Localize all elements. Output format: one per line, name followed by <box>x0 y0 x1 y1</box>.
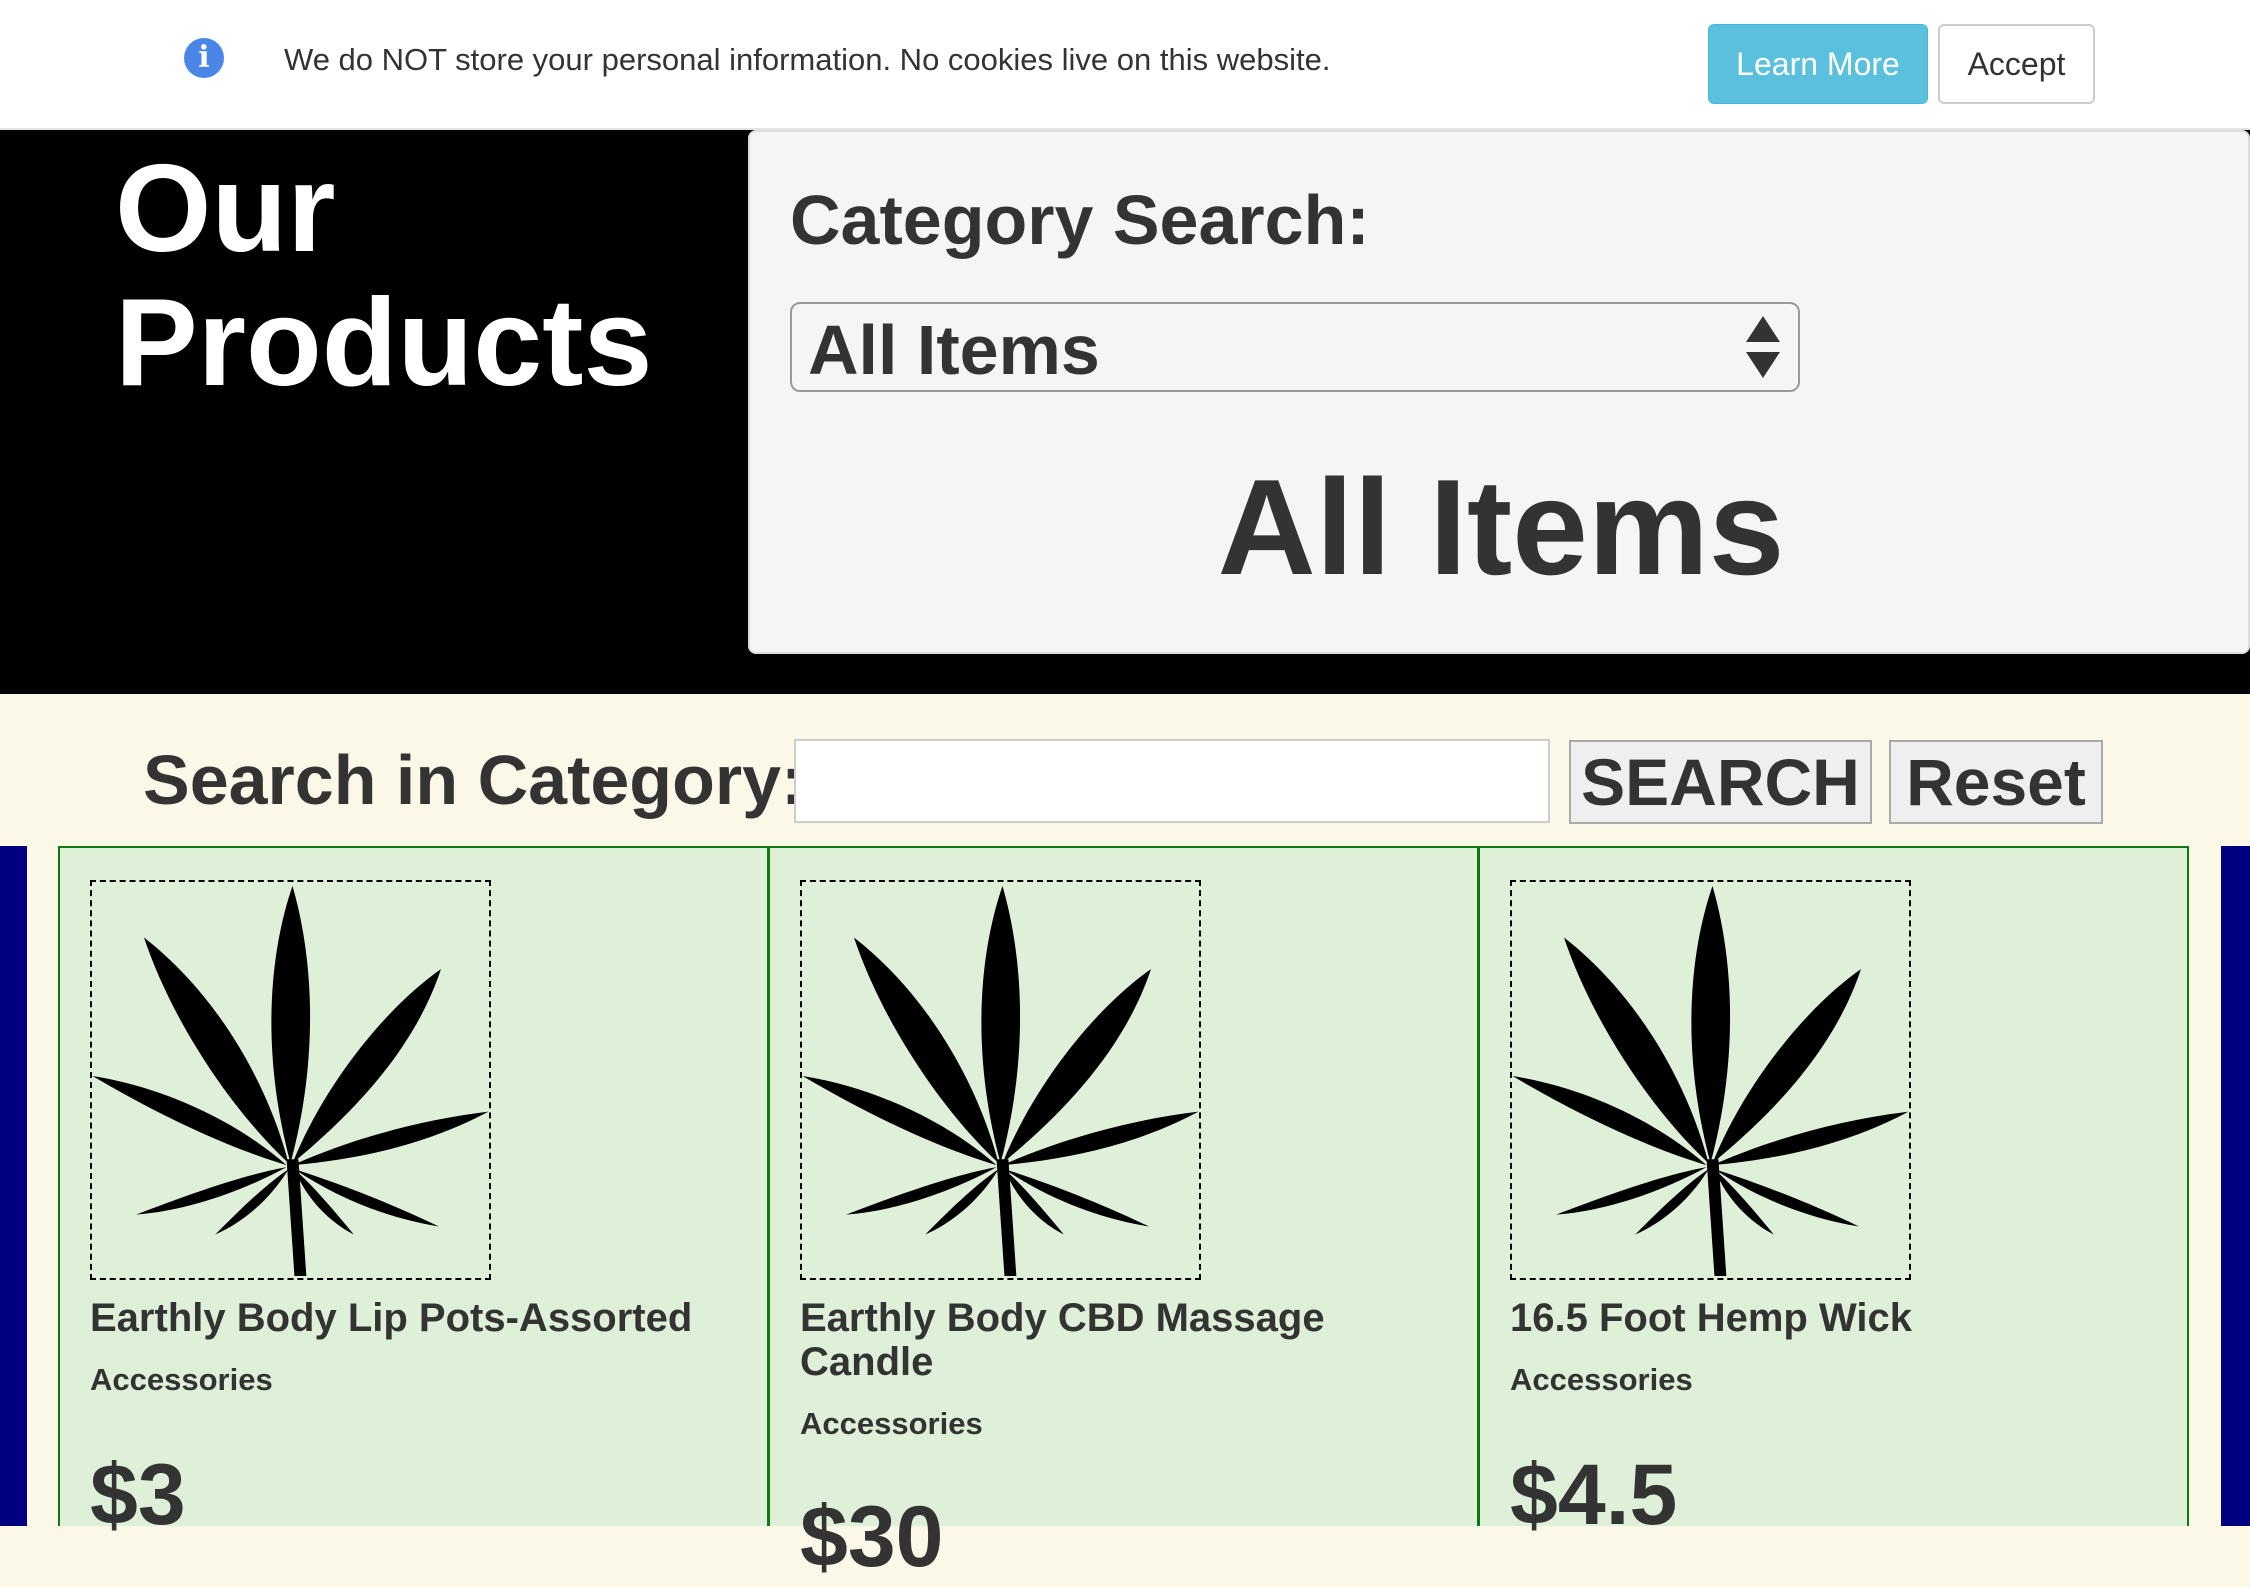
learn-more-button[interactable]: Learn More <box>1708 24 1928 104</box>
select-arrows-icon <box>1746 316 1780 380</box>
cannabis-leaf-icon[interactable] <box>800 880 1201 1280</box>
product-name[interactable]: 16.5 Foot Hemp Wick <box>1510 1296 2130 1340</box>
cannabis-leaf-icon[interactable] <box>1510 880 1911 1280</box>
accept-button[interactable]: Accept <box>1938 24 2095 104</box>
product-category: Accessories <box>1510 1362 1693 1397</box>
category-search-bar: Search in Category: SEARCH Reset <box>0 694 2250 846</box>
info-icon: i <box>184 38 224 78</box>
reset-button[interactable]: Reset <box>1889 740 2103 824</box>
category-select[interactable]: All Items <box>790 302 1800 392</box>
page-title: Our Products <box>115 140 653 412</box>
product-card[interactable]: 16.5 Foot Hemp Wick Accessories $4.5 <box>1478 846 2189 1543</box>
category-search-label: Category Search: <box>790 181 1370 259</box>
category-search-panel: Category Search: All Items All Items <box>748 130 2250 654</box>
product-name[interactable]: Earthly Body CBD Massage Candle <box>800 1296 1420 1384</box>
category-select-value: All Items <box>808 311 1100 389</box>
product-grid: Earthly Body Lip Pots-Assorted Accessori… <box>58 846 2191 1585</box>
product-category: Accessories <box>800 1406 983 1441</box>
cookie-banner: i We do NOT store your personal informat… <box>0 0 2250 130</box>
product-price: $4.5 <box>1510 1447 1678 1543</box>
product-card[interactable]: Earthly Body Lip Pots-Assorted Accessori… <box>58 846 769 1543</box>
hero-section: Our Products Category Search: All Items … <box>0 130 2250 694</box>
current-category-heading: All Items <box>1217 451 1785 603</box>
right-side-bar <box>2221 846 2250 1526</box>
product-price: $30 <box>800 1489 944 1585</box>
product-name[interactable]: Earthly Body Lip Pots-Assorted <box>90 1296 710 1340</box>
cannabis-leaf-icon[interactable] <box>90 880 491 1280</box>
cookie-message: We do NOT store your personal informatio… <box>284 42 1331 77</box>
search-input[interactable] <box>794 739 1550 823</box>
left-side-bar <box>0 846 27 1526</box>
search-in-category-label: Search in Category: <box>143 741 805 819</box>
product-card[interactable]: Earthly Body CBD Massage Candle Accessor… <box>768 846 1479 1585</box>
product-price: $3 <box>90 1447 186 1543</box>
search-button[interactable]: SEARCH <box>1569 740 1872 824</box>
product-category: Accessories <box>90 1362 273 1397</box>
